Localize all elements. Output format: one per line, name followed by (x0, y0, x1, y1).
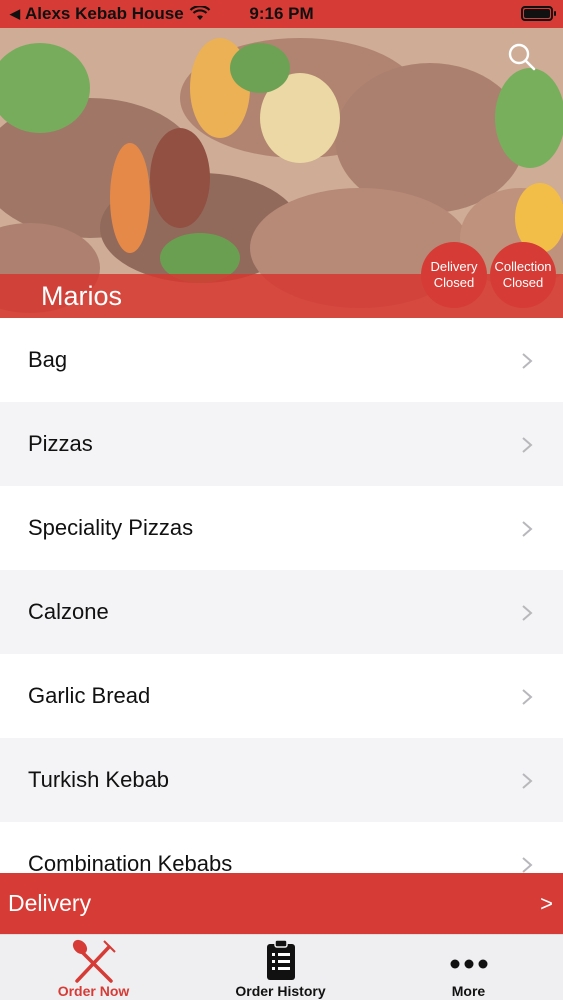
restaurant-name: Marios (41, 281, 123, 311)
search-icon[interactable] (507, 42, 537, 72)
menu-category-turkish-kebab[interactable]: Turkish Kebab (0, 738, 563, 822)
chevron-right-icon (522, 353, 533, 369)
delivery-mode-label: Delivery (8, 890, 92, 916)
chevron-right-icon (522, 605, 533, 621)
bottom-tab-bar: Order Now Order History More (0, 934, 563, 1000)
delivery-status-line1: Delivery (430, 259, 478, 274)
menu-category-list: Bag Pizzas Speciality Pizzas Calzone Gar… (0, 318, 563, 906)
menu-category-label: Bag (28, 347, 68, 372)
fork-knife-icon (72, 939, 116, 983)
clipboard-list-icon (266, 939, 295, 980)
chevron-right-icon (522, 689, 533, 705)
menu-category-label: Pizzas (28, 431, 93, 456)
menu-category-bag[interactable]: Bag (0, 318, 563, 402)
battery-icon (521, 6, 556, 21)
chevron-right-icon (522, 437, 533, 453)
tab-order-history[interactable]: Order History (187, 935, 374, 1000)
chevron-right-icon (522, 521, 533, 537)
collection-status-line1: Collection (494, 259, 552, 274)
chevron-right-icon (522, 857, 533, 873)
tab-more[interactable]: More (375, 935, 562, 1000)
chevron-right-icon (522, 773, 533, 789)
status-bar: ◀ Alexs Kebab House 9:16 PM (0, 0, 563, 28)
menu-category-calzone[interactable]: Calzone (0, 570, 563, 654)
delivery-mode-arrow: > (540, 891, 553, 916)
menu-category-pizzas[interactable]: Pizzas (0, 402, 563, 486)
delivery-status-line2: Closed (433, 275, 475, 290)
delivery-status-badge: Delivery Closed (421, 242, 487, 308)
menu-category-label: Speciality Pizzas (28, 515, 194, 540)
clock: 9:16 PM (249, 4, 314, 23)
collection-status-line2: Closed (502, 275, 544, 290)
more-dots-icon (450, 959, 487, 969)
delivery-mode-bar[interactable]: Delivery > (0, 873, 563, 934)
tab-label: More (451, 983, 486, 999)
tab-label: Order Now (57, 983, 130, 999)
tab-label: Order History (235, 983, 326, 999)
menu-category-label: Garlic Bread (28, 683, 151, 708)
menu-category-speciality-pizzas[interactable]: Speciality Pizzas (0, 486, 563, 570)
collection-status-badge: Collection Closed (490, 242, 556, 308)
menu-category-garlic-bread[interactable]: Garlic Bread (0, 654, 563, 738)
hero-banner: Marios Delivery Closed Collection Closed (0, 28, 563, 318)
menu-category-label: Turkish Kebab (28, 767, 170, 792)
menu-category-label: Calzone (28, 599, 109, 624)
tab-order-now[interactable]: Order Now (0, 935, 187, 1000)
